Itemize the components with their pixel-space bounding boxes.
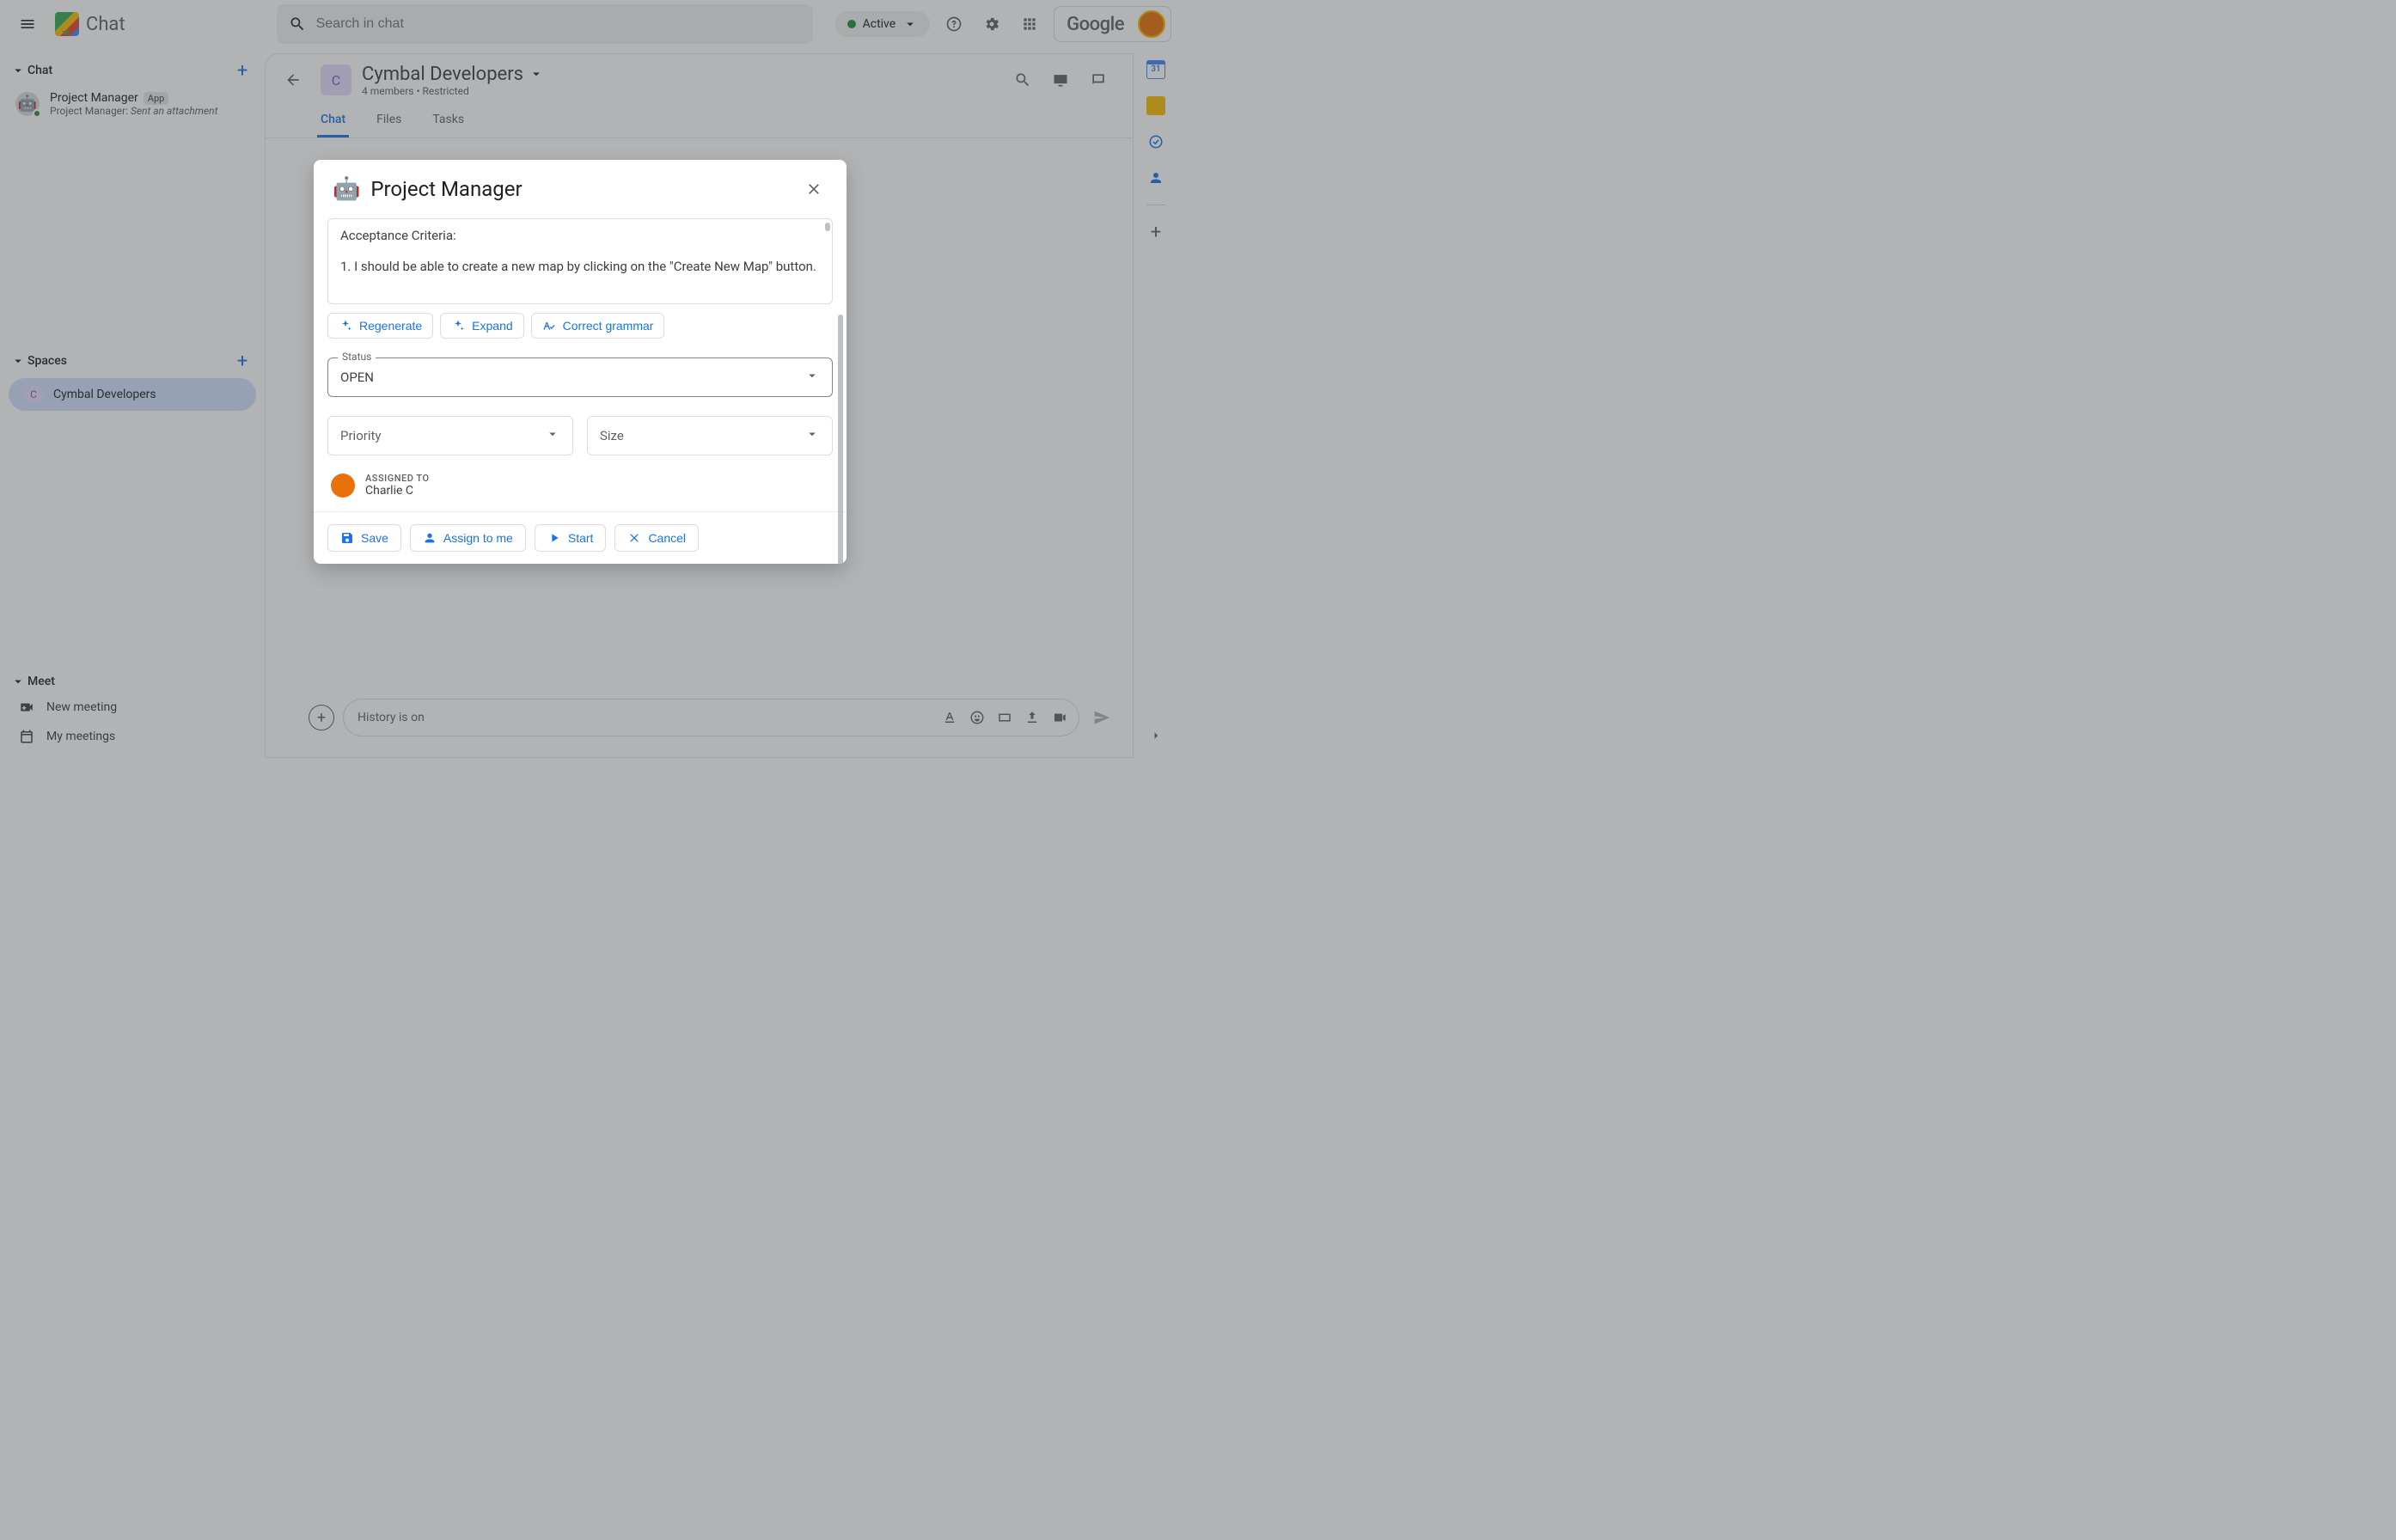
- status-select[interactable]: OPEN: [327, 358, 833, 397]
- person-icon: [423, 531, 437, 545]
- correct-grammar-button[interactable]: Correct grammar: [531, 313, 665, 339]
- assigned-label: ASSIGNED TO: [365, 473, 430, 484]
- sparkle-icon: [339, 319, 352, 333]
- assign-to-me-button[interactable]: Assign to me: [410, 524, 526, 552]
- close-icon: [805, 180, 822, 198]
- dialog-close-button[interactable]: [800, 175, 828, 203]
- story-line2: 1. I should be able to create a new map …: [340, 259, 820, 274]
- dialog-scrollbar[interactable]: [838, 315, 843, 564]
- save-icon: [340, 531, 354, 545]
- size-select[interactable]: Size: [587, 416, 833, 455]
- assignee-name: Charlie C: [365, 484, 430, 498]
- cancel-button[interactable]: Cancel: [614, 524, 699, 552]
- triangle-down-icon: [545, 426, 560, 442]
- status-value: OPEN: [340, 370, 374, 385]
- priority-select[interactable]: Priority: [327, 416, 573, 455]
- triangle-down-icon: [804, 426, 820, 442]
- story-line1: Acceptance Criteria:: [340, 228, 820, 243]
- story-textarea[interactable]: Acceptance Criteria: 1. I should be able…: [327, 218, 833, 304]
- regenerate-button[interactable]: Regenerate: [327, 313, 433, 339]
- sparkle-icon: [451, 319, 465, 333]
- size-placeholder: Size: [600, 428, 624, 443]
- assigned-to-row: ASSIGNED TO Charlie C: [327, 473, 833, 498]
- triangle-down-icon: [804, 368, 820, 383]
- assignee-avatar-icon: [331, 474, 355, 498]
- priority-placeholder: Priority: [340, 428, 381, 443]
- start-button[interactable]: Start: [535, 524, 607, 552]
- save-button[interactable]: Save: [327, 524, 401, 552]
- spellcheck-icon: [542, 319, 556, 333]
- robot-icon: 🤖: [333, 176, 360, 202]
- scrollbar-thumb[interactable]: [825, 223, 830, 231]
- status-field-label: Status: [338, 351, 376, 363]
- close-icon: [627, 531, 641, 545]
- play-icon: [547, 531, 561, 545]
- project-manager-dialog: 🤖 Project Manager Acceptance Criteria: 1…: [314, 160, 847, 564]
- expand-button[interactable]: Expand: [440, 313, 523, 339]
- dialog-title: Project Manager: [370, 177, 790, 201]
